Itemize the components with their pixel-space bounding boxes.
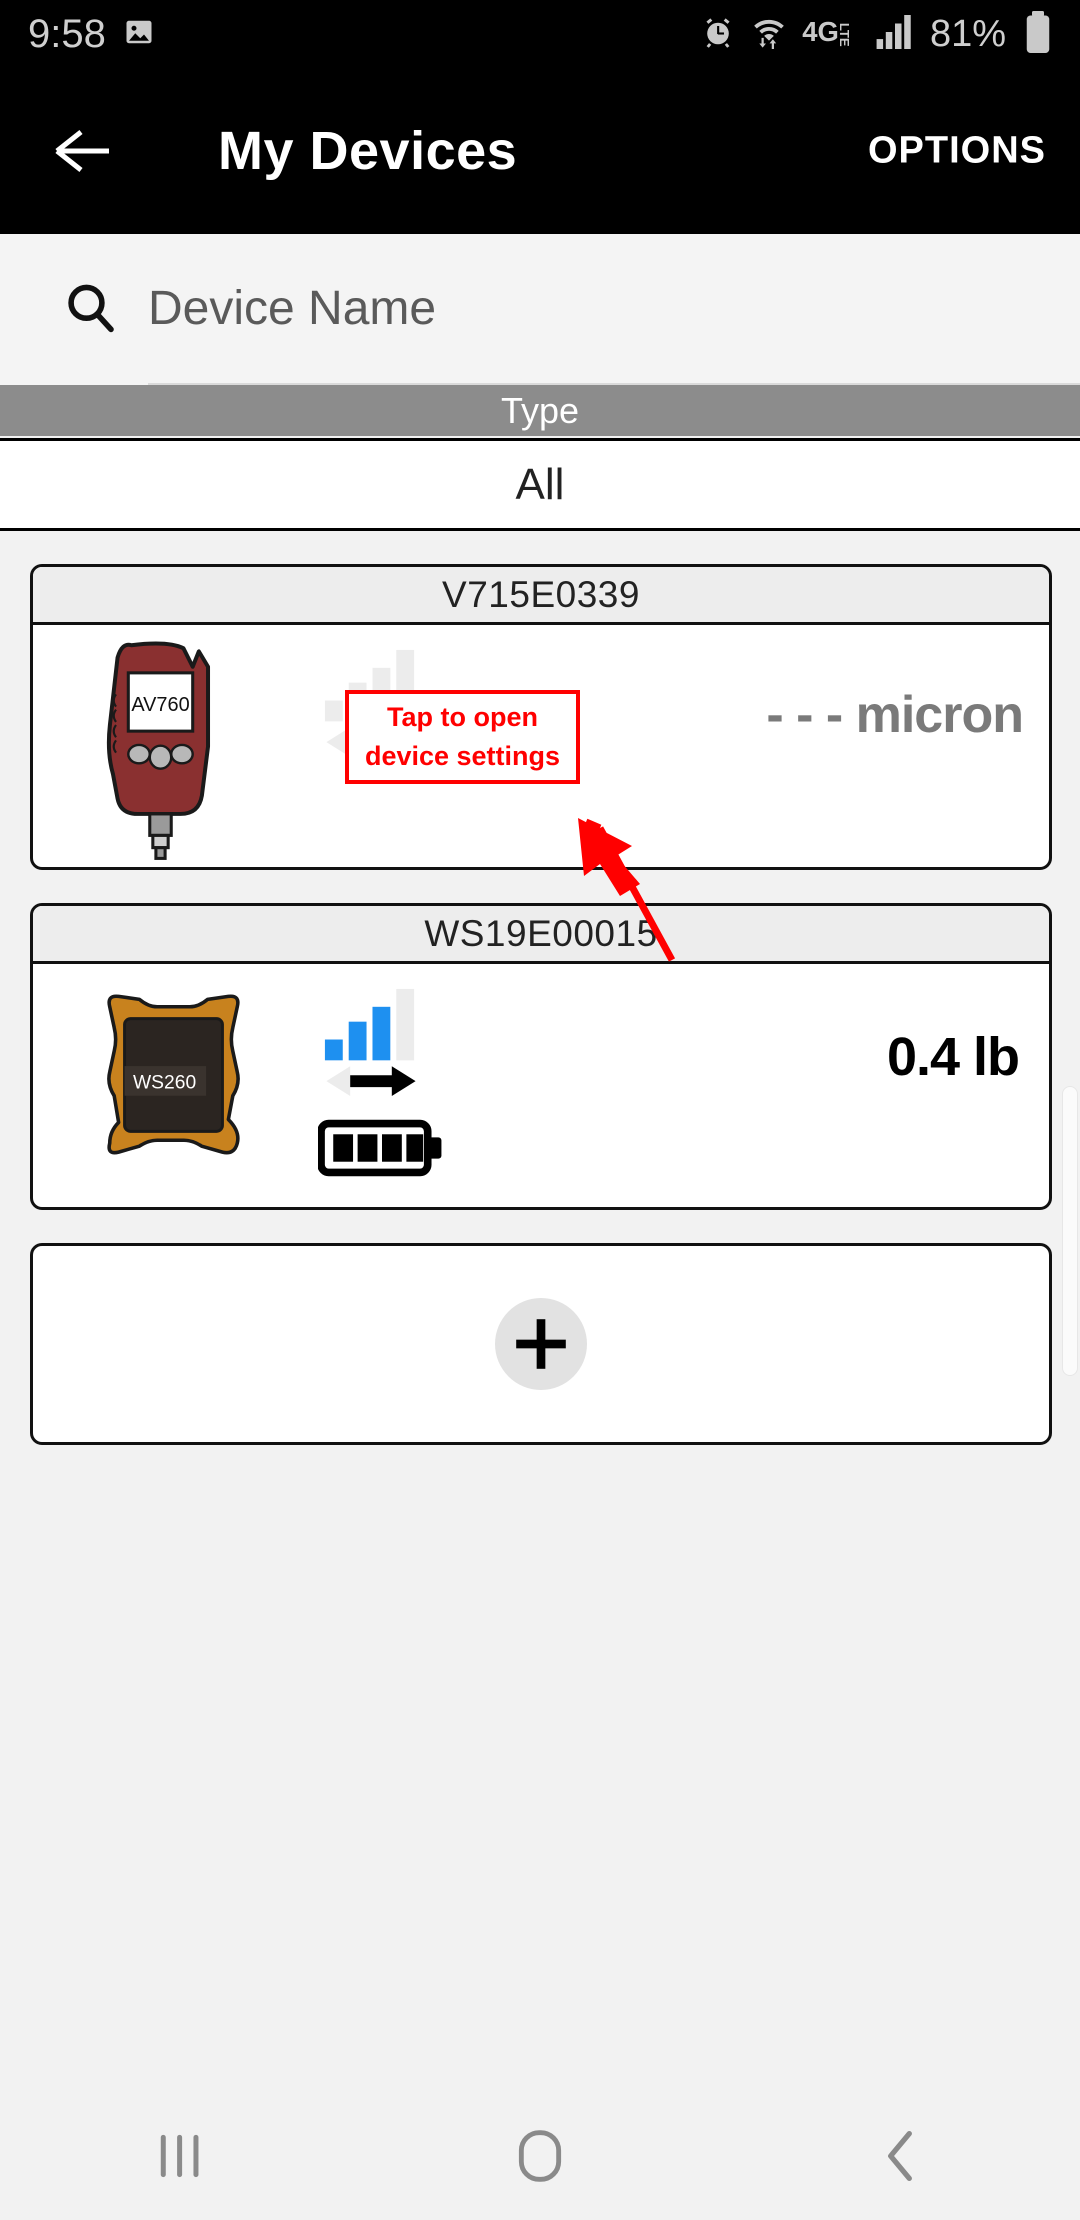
signal-strength-icon <box>323 986 419 1101</box>
system-nav-bar <box>0 2092 1080 2220</box>
type-filter-select[interactable]: All <box>0 438 1080 531</box>
back-arrow-icon <box>55 130 109 172</box>
home-icon <box>518 2130 562 2182</box>
device-battery-icon <box>317 1119 446 1182</box>
svg-text:WS260: WS260 <box>133 1072 196 1093</box>
status-bar: 9:58 4G LTE 81% <box>0 0 1080 68</box>
phone-screen: 9:58 4G LTE 81% My Devices OPTIONS Devic… <box>0 0 1080 2220</box>
transfer-arrow-icon <box>326 1066 416 1096</box>
add-device-button[interactable] <box>495 1298 587 1390</box>
back-icon <box>888 2130 912 2182</box>
battery-percent: 81% <box>929 12 1006 55</box>
alarm-icon <box>700 14 736 55</box>
image-icon <box>124 17 154 52</box>
search-icon[interactable] <box>62 279 118 340</box>
signal-icon <box>876 14 914 54</box>
device-serial: WS19E00015 <box>33 906 1049 964</box>
device-card[interactable]: WS19E00015 WS260 0.4 lb <box>30 903 1052 1210</box>
annotation-line-2: device settings <box>364 741 561 771</box>
wifi-icon <box>752 14 786 55</box>
annotation-line-1: Tap to open <box>387 701 538 732</box>
device-image-av760: AV760 <box>91 633 276 867</box>
device-reading: - - - micron <box>766 686 1024 744</box>
battery-icon <box>1024 10 1052 58</box>
options-button[interactable]: OPTIONS <box>868 130 1046 173</box>
search-placeholder: Device Name <box>148 282 437 335</box>
status-bar-right: 4G LTE 81% <box>700 10 1052 58</box>
nav-recents-button[interactable] <box>120 2106 240 2206</box>
device-card-body: WS260 0.4 lb <box>33 964 1049 1204</box>
annotation-callout: Tap to open device settings <box>345 690 580 784</box>
search-row: Device Name <box>0 234 1080 385</box>
4glte-icon: 4G LTE <box>802 15 860 54</box>
svg-text:4G: 4G <box>802 16 839 47</box>
nav-home-button[interactable] <box>480 2106 600 2206</box>
device-serial: V715E0339 <box>33 567 1049 625</box>
nav-back-button[interactable] <box>840 2106 960 2206</box>
scrollbar[interactable] <box>1062 1086 1078 1376</box>
type-filter-header: Type <box>0 385 1080 436</box>
svg-text:AV760: AV760 <box>131 694 189 716</box>
app-bar: My Devices OPTIONS <box>0 68 1080 234</box>
status-bar-left: 9:58 <box>28 12 154 57</box>
device-image-ws260: WS260 <box>91 986 256 1166</box>
status-time: 9:58 <box>28 11 106 56</box>
back-button[interactable] <box>52 119 116 183</box>
plus-icon <box>516 1319 566 1369</box>
recents-icon <box>160 2134 199 2178</box>
device-reading: 0.4 lb <box>886 1027 1020 1087</box>
svg-text:LTE: LTE <box>837 22 852 46</box>
page-title: My Devices <box>218 121 518 181</box>
add-device-card[interactable] <box>30 1243 1052 1445</box>
search-input[interactable]: Device Name <box>148 234 1080 385</box>
